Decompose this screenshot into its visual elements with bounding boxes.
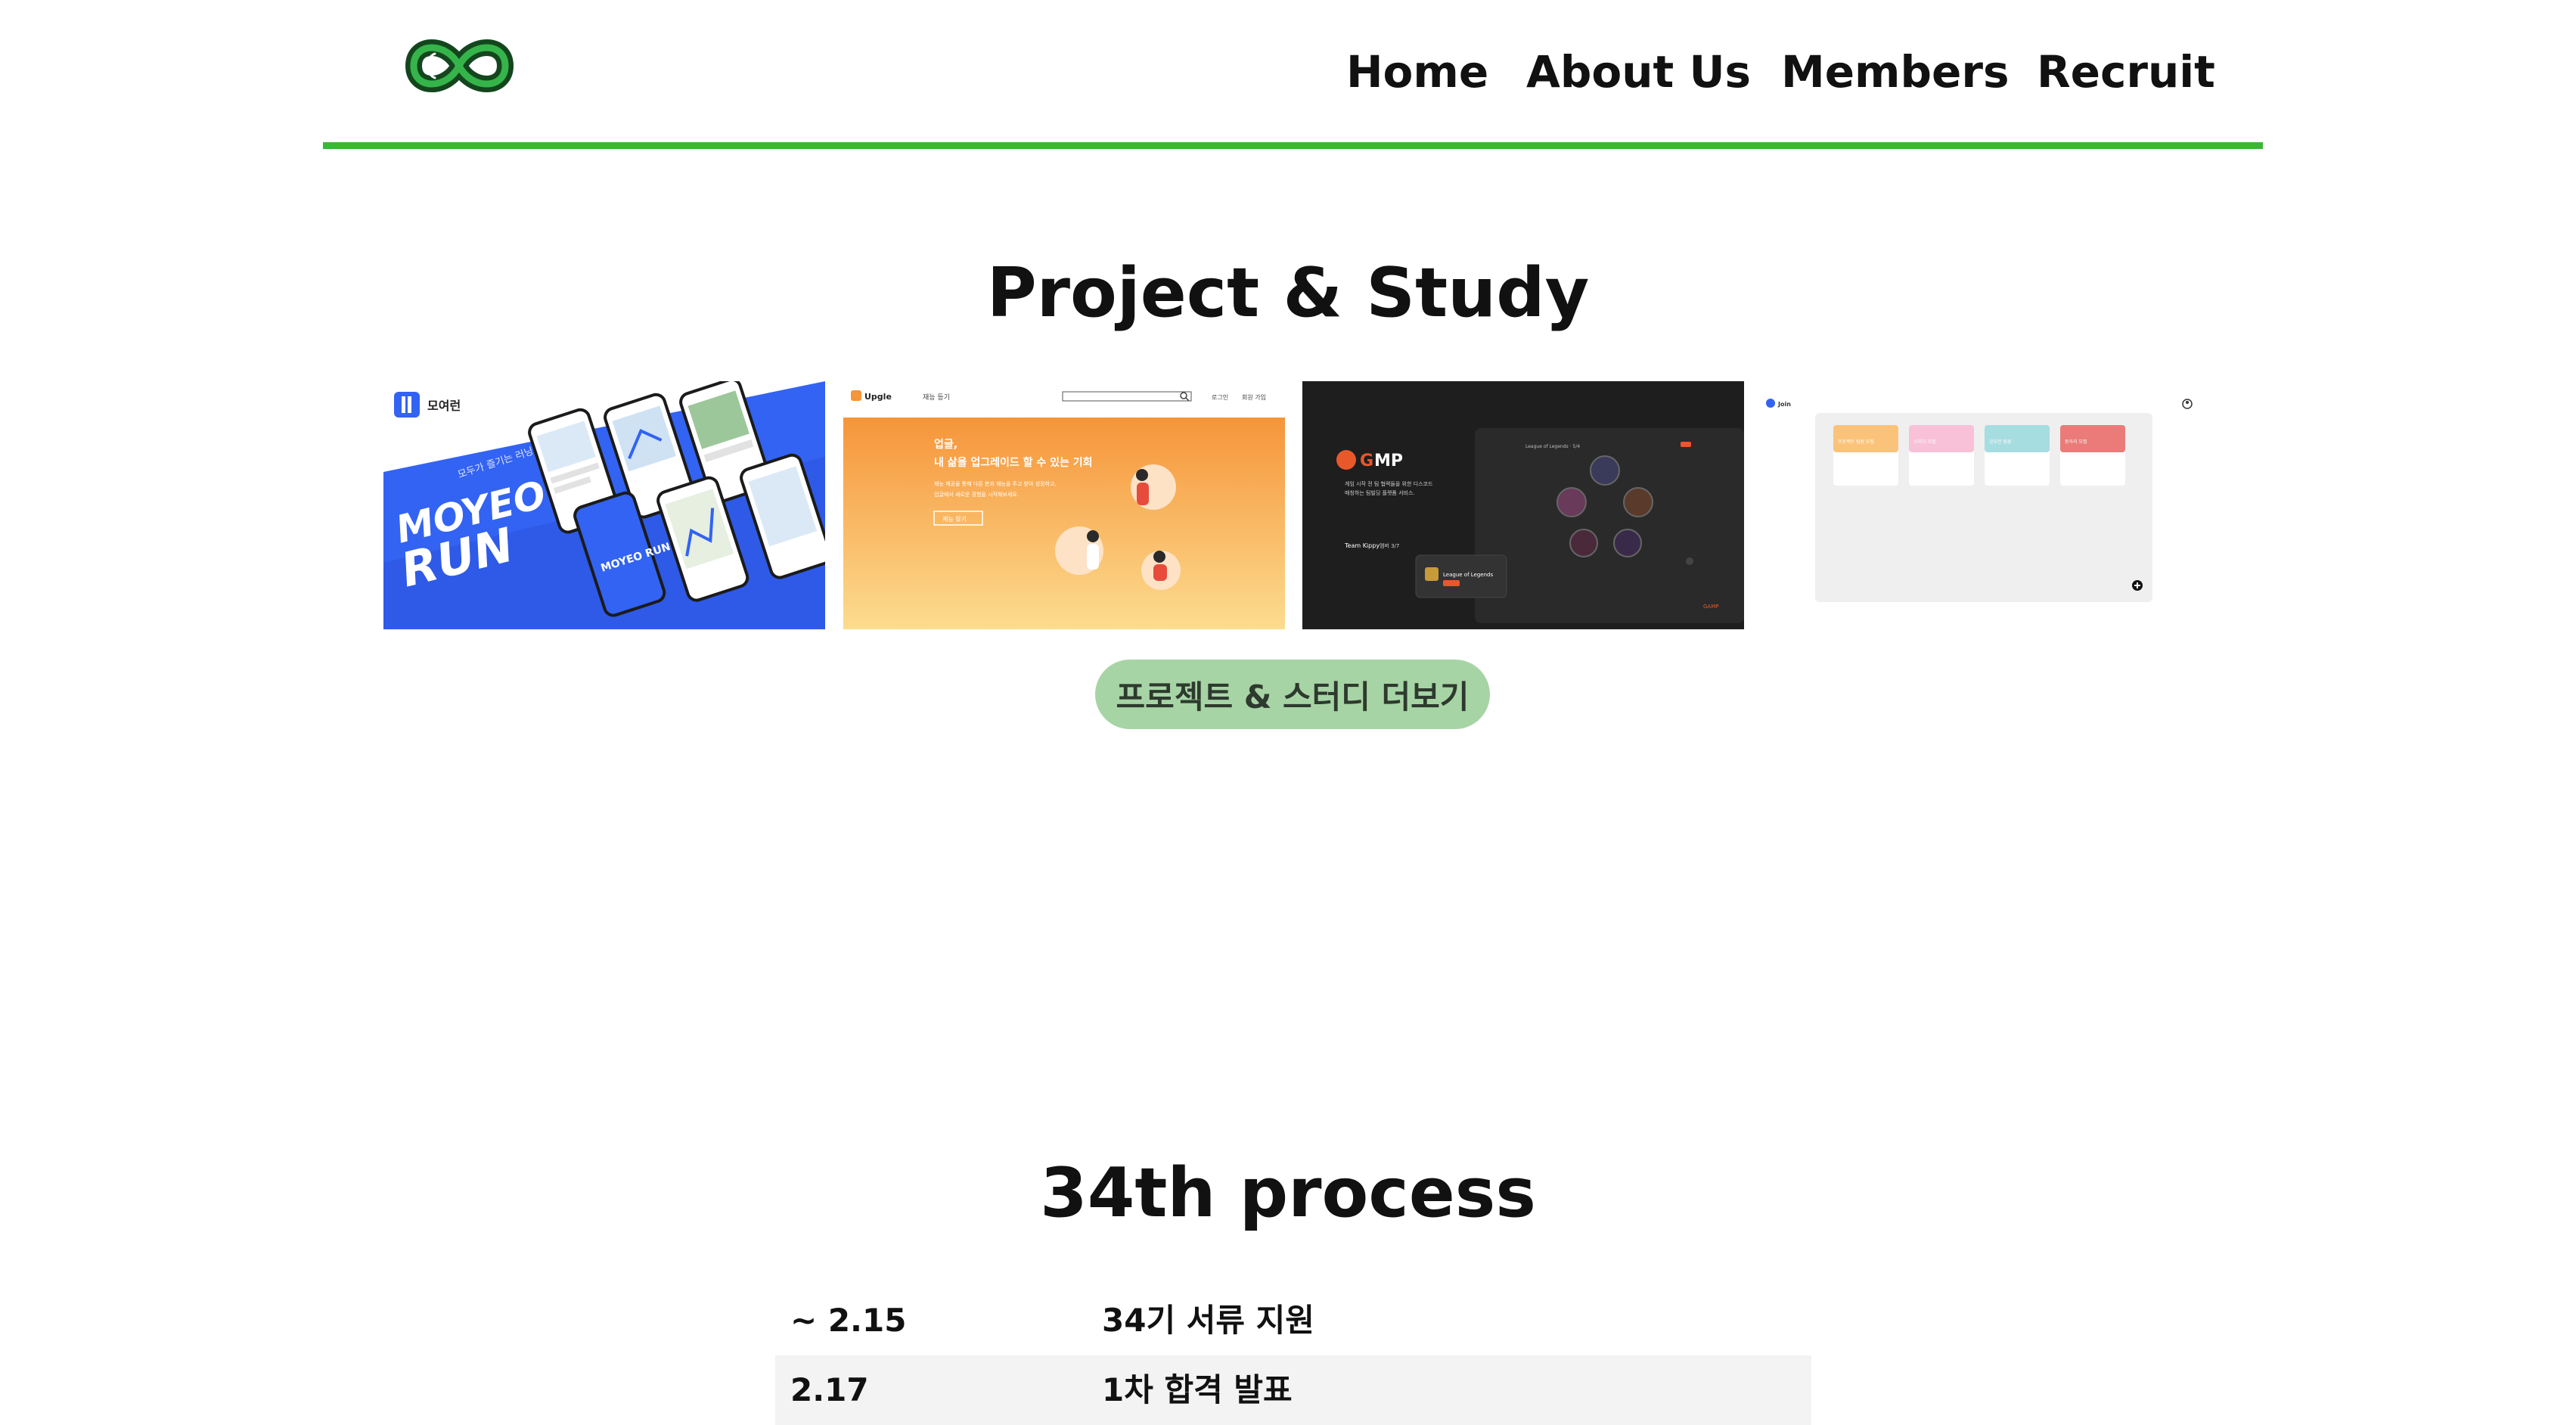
- header-divider: [323, 142, 2263, 149]
- gamp-card-title-top: League of Legends · 5/4: [1525, 444, 1580, 449]
- upgle-desc-1: 재능 제공을 통해 다른 분과 재능을 주고 받아 성장하고,: [934, 480, 1057, 487]
- upgle-cta: 재능 찾기: [942, 515, 967, 523]
- svg-text:스터디 모집: 스터디 모집: [1913, 439, 1936, 445]
- more-projects-button[interactable]: 프로젝트 & 스터디 더보기: [1095, 660, 1490, 729]
- moyeo-app-name: 모여런: [427, 399, 461, 413]
- infinity-logo-icon[interactable]: [405, 26, 514, 106]
- gamp-desc-2: 매칭하는 팀빌딩 플랫폼 서비스.: [1345, 489, 1415, 496]
- project-thumbnail-upgle[interactable]: Upgle 재능 등기 로그인 회원 가입 업글, 내 삶을 업그레이드 할 수…: [843, 381, 1285, 629]
- svg-text:프로젝트 팀원 모집: 프로젝트 팀원 모집: [1838, 439, 1874, 445]
- nav-link-recruit[interactable]: Recruit: [2037, 46, 2215, 98]
- project-thumbnail-moyeo-run[interactable]: 모여런 모두가 즐기는 러닝 서비스 MOYEO RUN MOYEO RUN: [383, 381, 825, 629]
- gamp-brand-left: G: [1360, 452, 1373, 470]
- add-icon[interactable]: [2132, 580, 2143, 591]
- join-logo-icon: [1766, 399, 1775, 408]
- nav-link-about-us[interactable]: About Us: [1526, 46, 1751, 98]
- process-date: ~ 2.15: [790, 1302, 907, 1339]
- svg-text:공모전 팀원: 공모전 팀원: [1989, 439, 2012, 445]
- process-date: 2.17: [790, 1371, 869, 1408]
- upgle-signup: 회원 가입: [1242, 394, 1266, 401]
- moyeo-app-icon: [394, 392, 420, 418]
- gamp-mic-icon: [1336, 450, 1356, 470]
- process-label: 34기 서류 지원: [1102, 1302, 1314, 1339]
- join-brand: Join: [1777, 401, 1791, 408]
- table-row: 2.17 1차 합격 발표: [775, 1355, 1811, 1425]
- process-table: ~ 2.15 34기 서류 지원 2.17 1차 합격 발표: [775, 1286, 1811, 1425]
- svg-text:동아리 모집: 동아리 모집: [2065, 439, 2087, 445]
- table-row: ~ 2.15 34기 서류 지원: [775, 1286, 1811, 1355]
- nav-link-home[interactable]: Home: [1346, 46, 1488, 98]
- upgle-desc-2: 업글에서 새로운 경험을 시작해보세요.: [934, 491, 1019, 498]
- project-thumbnail-gamp[interactable]: G MP 게임 시작 전 팀 협력들을 위한 디스코드 매칭하는 팀빌딩 플랫폼…: [1302, 381, 1744, 629]
- process-section-title: 34th process: [1040, 1153, 1536, 1233]
- site-header: Home About Us Members Recruit: [0, 0, 2576, 151]
- gamp-team-label: Team Kippy: [1344, 542, 1380, 549]
- gamp-footer-brand: GAMP: [1703, 604, 1718, 610]
- upgle-login: 로그인: [1212, 393, 1228, 401]
- gamp-desc-1: 게임 시작 전 팀 협력들을 위한 디스코드: [1345, 480, 1433, 487]
- gamp-card-title: League of Legends: [1443, 572, 1493, 578]
- upgle-menu: 재능 등기: [923, 393, 950, 402]
- gamp-team-count: 멤버 3/7: [1380, 542, 1399, 549]
- process-label: 1차 합격 발표: [1102, 1371, 1293, 1408]
- upgle-headline-1: 업글,: [934, 439, 957, 451]
- upgle-brand: Upgle: [864, 392, 892, 402]
- gamp-brand-right: MP: [1374, 452, 1403, 470]
- project-thumbnail-join[interactable]: Join 프로젝트 팀원 모집 스터디 모집 공모전 팀원 동아리 모집: [1762, 381, 2204, 629]
- projects-section-title: Project & Study: [986, 253, 1590, 333]
- nav-link-members[interactable]: Members: [1781, 46, 2009, 98]
- upgle-headline-2: 내 삶을 업그레이드 할 수 있는 기회: [934, 456, 1093, 469]
